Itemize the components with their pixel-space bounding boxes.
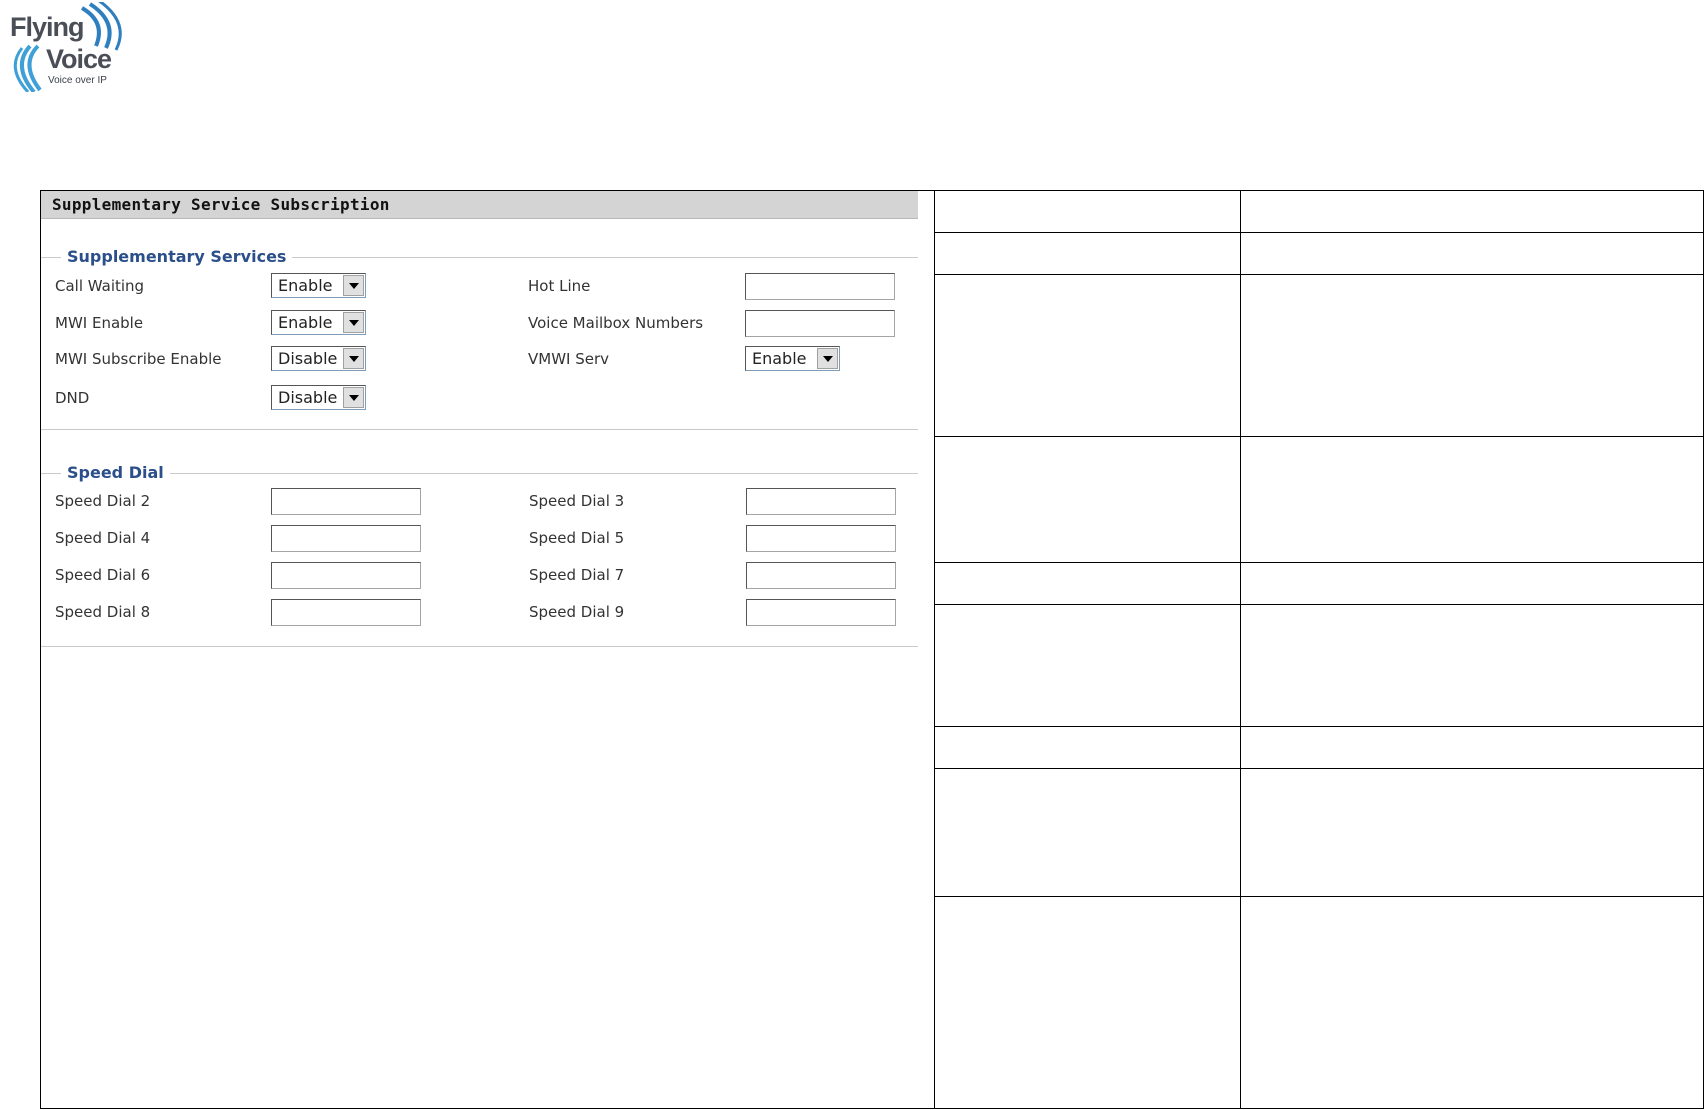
speed-dial-5-input[interactable] [746, 525, 896, 552]
speed-dial-8-label: Speed Dial 8 [55, 603, 151, 621]
supplementary-services-legend: Supplementary Services [61, 247, 293, 266]
fieldset-bottom-border [41, 429, 918, 430]
mwi-subscribe-enable-label: MWI Subscribe Enable [55, 350, 222, 368]
speed-dial-5-label: Speed Dial 5 [529, 529, 625, 547]
mwi-enable-select[interactable]: Enable [271, 310, 366, 335]
speed-dial-4-label: Speed Dial 4 [55, 529, 151, 547]
speed-dial-8-input[interactable] [271, 599, 421, 626]
dropdown-arrow-icon[interactable] [343, 387, 364, 408]
speed-dial-3-input[interactable] [746, 488, 896, 515]
speed-dial-2-input[interactable] [271, 488, 421, 515]
table-row-divider [934, 726, 1704, 727]
hot-line-label: Hot Line [528, 277, 591, 295]
dnd-value: Disable [278, 388, 338, 407]
voice-mailbox-numbers-input[interactable] [745, 310, 895, 337]
dnd-select[interactable]: Disable [271, 385, 366, 410]
table-row-divider [934, 436, 1704, 437]
table-row-divider [934, 274, 1704, 275]
table-column-divider [934, 190, 935, 1109]
dnd-label: DND [55, 389, 90, 407]
logo-word-voice: Voice [46, 44, 112, 74]
speed-dial-3-label: Speed Dial 3 [529, 492, 625, 510]
dropdown-arrow-icon[interactable] [343, 312, 364, 333]
vmwi-serv-value: Enable [752, 349, 807, 368]
hot-line-input[interactable] [745, 273, 895, 300]
table-row-divider [934, 232, 1704, 233]
mwi-subscribe-enable-select[interactable]: Disable [271, 346, 366, 371]
call-waiting-select[interactable]: Enable [271, 273, 366, 298]
voice-mailbox-numbers-label: Voice Mailbox Numbers [528, 314, 704, 332]
fieldset-border [41, 473, 918, 474]
table-row-divider [934, 768, 1704, 769]
mwi-enable-value: Enable [278, 313, 333, 332]
flying-voice-logo: Flying Voice Voice over IP [10, 2, 130, 92]
call-waiting-label: Call Waiting [55, 277, 145, 295]
speed-dial-4-input[interactable] [271, 525, 421, 552]
speed-dial-9-label: Speed Dial 9 [529, 603, 625, 621]
speed-dial-2-label: Speed Dial 2 [55, 492, 151, 510]
mwi-enable-label: MWI Enable [55, 314, 144, 332]
vmwi-serv-select[interactable]: Enable [745, 346, 840, 371]
fieldset-bottom-border [41, 646, 918, 647]
speed-dial-6-input[interactable] [271, 562, 421, 589]
table-row-divider [934, 562, 1704, 563]
speed-dial-6-label: Speed Dial 6 [55, 566, 151, 584]
logo-word-flying: Flying [10, 12, 84, 42]
table-column-divider [1240, 190, 1241, 1109]
dropdown-arrow-icon[interactable] [817, 348, 838, 369]
speed-dial-legend: Speed Dial [61, 463, 170, 482]
mwi-subscribe-enable-value: Disable [278, 349, 338, 368]
speed-dial-7-input[interactable] [746, 562, 896, 589]
dropdown-arrow-icon[interactable] [343, 348, 364, 369]
call-waiting-value: Enable [278, 276, 333, 295]
speed-dial-7-label: Speed Dial 7 [529, 566, 625, 584]
table-row-divider [934, 604, 1704, 605]
table-row-divider [934, 896, 1704, 897]
vmwi-serv-label: VMWI Serv [528, 350, 610, 368]
speed-dial-9-input[interactable] [746, 599, 896, 626]
panel-title: Supplementary Service Subscription [41, 191, 918, 219]
dropdown-arrow-icon[interactable] [343, 275, 364, 296]
logo-tagline: Voice over IP [48, 75, 107, 86]
